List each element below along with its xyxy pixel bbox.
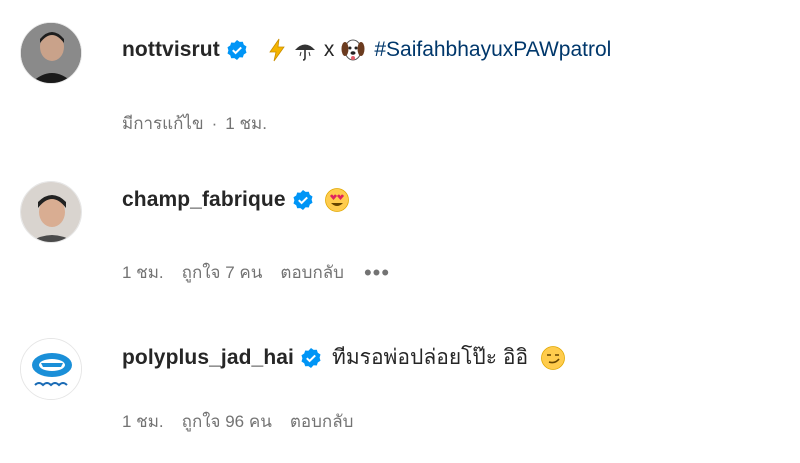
likes-count-link[interactable]: ถูกใจ 96 คน: [182, 408, 272, 435]
umbrella-icon: [294, 44, 315, 61]
comment-x: x: [323, 38, 335, 61]
comment-username[interactable]: polyplus_jad_hai: [122, 346, 294, 370]
comment-timestamp[interactable]: 1 ชม.: [122, 408, 164, 435]
comment-timestamp[interactable]: 1 ชม.: [122, 259, 164, 286]
avatar[interactable]: [20, 181, 82, 243]
comment-timestamp[interactable]: 1 ชม.: [225, 110, 267, 137]
meta-dot: ·: [211, 113, 218, 133]
verified-badge-icon: [292, 189, 314, 211]
heart-eyes-icon: [324, 188, 349, 212]
comment-text: x #SaifahbhayuxPAWpatrol: [258, 37, 611, 63]
smirk-face-icon: [541, 345, 565, 370]
verified-badge-icon: [226, 39, 248, 61]
likes-count-link[interactable]: ถูกใจ 7 คน: [182, 259, 263, 286]
edited-label: มีการแก้ไข: [122, 114, 204, 133]
reply-button[interactable]: ตอบกลับ: [280, 259, 344, 286]
reply-button[interactable]: ตอบกลับ: [290, 408, 354, 435]
comment-username[interactable]: nottvisrut: [122, 38, 220, 62]
avatar[interactable]: [20, 338, 82, 400]
avatar[interactable]: [20, 22, 82, 84]
comment-text: ทีมรอพ่อปล่อยโป๊ะ อิอิ: [332, 341, 566, 374]
comment-username[interactable]: champ_fabrique: [122, 188, 286, 212]
lightning-icon: [269, 38, 285, 62]
verified-badge-icon: [300, 347, 322, 369]
dog-face-icon: [341, 39, 365, 61]
comment-text: [324, 187, 350, 213]
comment-body: ทีมรอพ่อปล่อยโป๊ะ อิอิ: [331, 346, 529, 369]
hashtag-link[interactable]: #SaifahbhayuxPAWpatrol: [374, 38, 611, 62]
more-options-icon[interactable]: •••: [364, 261, 390, 283]
